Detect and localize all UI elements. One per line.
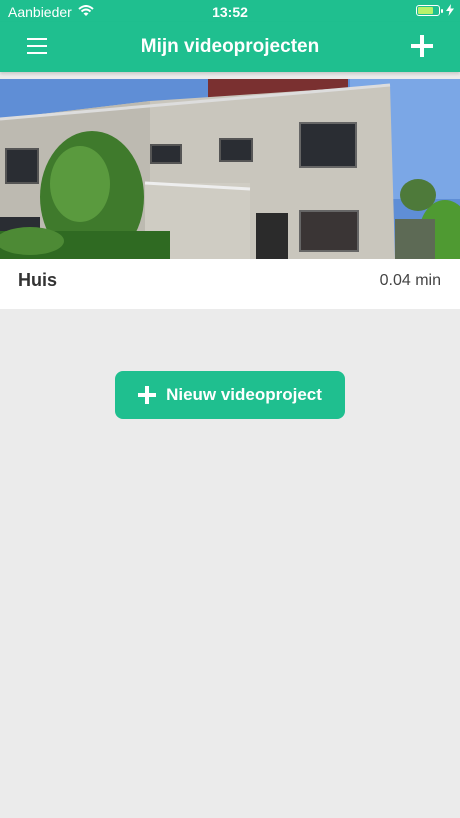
project-thumbnail[interactable] <box>0 79 460 259</box>
new-project-button[interactable]: Nieuw videoproject <box>115 371 345 419</box>
battery-icon <box>416 5 443 16</box>
project-name: Huis <box>18 270 58 290</box>
charging-icon <box>446 3 454 19</box>
status-time: 13:52 <box>212 4 248 20</box>
project-card[interactable]: Huis 0.04 min <box>0 79 460 309</box>
plus-icon <box>138 386 157 404</box>
page-title: Mijn videoprojecten <box>140 36 320 57</box>
add-project-icon[interactable] <box>411 35 433 57</box>
status-bar: Aanbieder 13:52 <box>0 0 460 22</box>
nav-bar: Mijn videoprojecten <box>0 22 460 72</box>
project-duration: 0.04 min <box>379 272 441 289</box>
new-project-label: Nieuw videoproject <box>166 385 322 404</box>
